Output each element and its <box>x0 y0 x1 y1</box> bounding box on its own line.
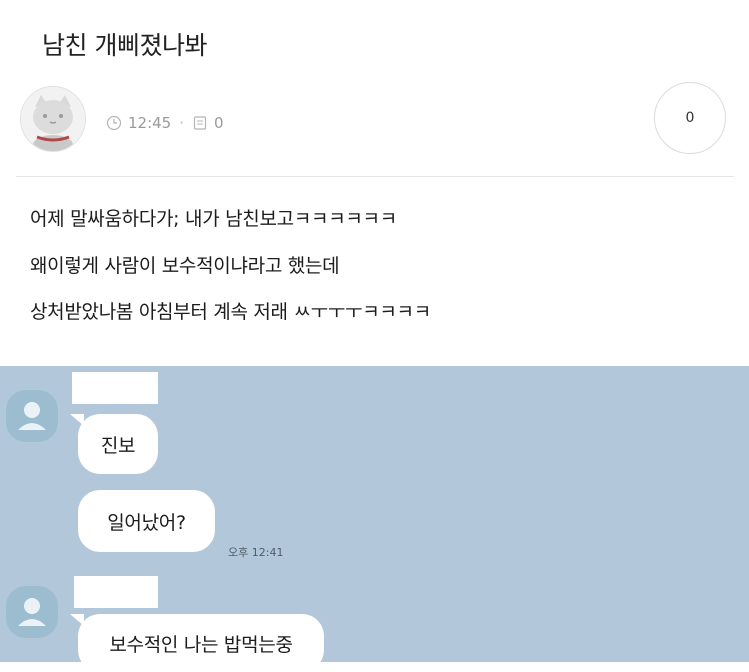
chat-bubble[interactable]: 일어났어? <box>78 490 215 552</box>
comment-count: 0 <box>214 114 224 132</box>
post-meta: 12:45 · 0 <box>106 114 224 132</box>
post-time: 12:45 <box>128 114 172 132</box>
clock-icon <box>106 115 122 131</box>
cat-avatar-icon <box>21 87 85 151</box>
meta-separator: · <box>179 114 185 132</box>
chat-bubble[interactable]: 진보 <box>78 414 158 474</box>
redacted-sender-name <box>74 576 158 608</box>
author-avatar[interactable] <box>20 86 86 152</box>
profile-avatar-icon[interactable] <box>6 586 58 638</box>
divider <box>16 176 734 177</box>
message-text: 일어났어? <box>107 511 186 534</box>
message-timestamp: 오후 12:41 <box>228 546 284 559</box>
chat-screenshot: 진보 일어났어? 오후 12:41 보수적인 나는 밥먹는중 <box>0 366 749 672</box>
post-body-line: 왜이렇게 사람이 보수적이냐라고 했는데 <box>30 255 340 277</box>
like-count-button[interactable]: 0 <box>654 82 726 154</box>
like-count: 0 <box>685 110 695 126</box>
post-body-line: 상처받았나봄 아침부터 계속 저래 ㅆㅜㅜㅜㅋㅋㅋㅋ <box>30 301 431 323</box>
chat-bubble[interactable]: 보수적인 나는 밥먹는중 <box>78 614 324 672</box>
redacted-sender-name <box>72 372 158 404</box>
message-text: 보수적인 나는 밥먹는중 <box>109 633 293 656</box>
post-title: 남친 개삐졌나봐 <box>42 31 207 60</box>
message-text: 진보 <box>100 434 136 457</box>
profile-avatar-icon[interactable] <box>6 390 58 442</box>
comment-icon <box>192 115 208 131</box>
post-card: 남친 개삐졌나봐 12:45 · 0 0 어제 말싸움하다가; 내가 남친보고ㅋ… <box>0 0 749 366</box>
post-body-line: 어제 말싸움하다가; 내가 남친보고ㅋㅋㅋㅋㅋㅋ <box>30 208 397 230</box>
